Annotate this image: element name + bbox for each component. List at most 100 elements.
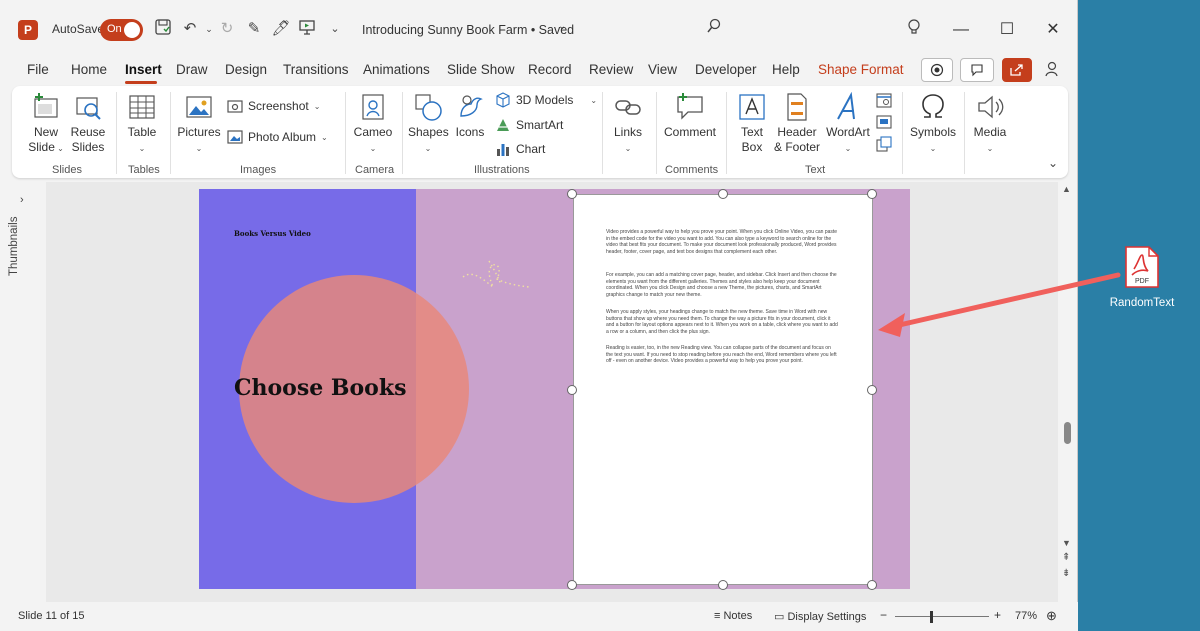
- tab-record[interactable]: Record: [528, 62, 572, 77]
- new-slide-button[interactable]: New Slide ⌄: [26, 92, 66, 156]
- fit-to-window-icon[interactable]: ⊕: [1046, 608, 1057, 624]
- tab-shape-format[interactable]: Shape Format: [818, 62, 904, 77]
- previous-slide-icon[interactable]: ⇞: [1062, 552, 1070, 563]
- slide-title[interactable]: Choose Books: [234, 375, 406, 401]
- resize-handle-bottom[interactable]: [718, 580, 728, 590]
- undo-icon[interactable]: ↶: [180, 18, 200, 40]
- 3d-models-button[interactable]: 3D Models ⌄: [495, 92, 597, 108]
- next-slide-icon[interactable]: ⇟: [1062, 568, 1070, 579]
- maximize-icon[interactable]: ☐: [992, 18, 1022, 42]
- chevron-down-icon: ⌄: [986, 144, 994, 153]
- tab-insert[interactable]: Insert: [125, 62, 162, 77]
- group-label-illustrations: Illustrations: [474, 164, 530, 176]
- close-icon[interactable]: ✕: [1038, 18, 1068, 42]
- highlighter-icon[interactable]: 🖊︎: [271, 18, 291, 40]
- document-title[interactable]: Introducing Sunny Book Farm • Saved: [362, 23, 574, 37]
- resize-handle-top-left[interactable]: [567, 189, 577, 199]
- zoom-slider-handle[interactable]: [930, 611, 933, 623]
- present-icon[interactable]: [297, 18, 317, 40]
- resize-handle-bottom-right[interactable]: [867, 580, 877, 590]
- redo-icon[interactable]: ↻: [217, 18, 237, 40]
- lightbulb-icon[interactable]: [904, 18, 924, 40]
- tab-slide-show[interactable]: Slide Show: [447, 62, 515, 77]
- save-icon[interactable]: [153, 18, 173, 40]
- zoom-level[interactable]: 77%: [1015, 610, 1037, 622]
- chevron-right-icon[interactable]: ›: [20, 194, 24, 206]
- resize-handle-right[interactable]: [867, 385, 877, 395]
- text-box-button[interactable]: Text Box: [732, 92, 772, 155]
- resize-handle-left[interactable]: [567, 385, 577, 395]
- tab-developer[interactable]: Developer: [695, 62, 757, 77]
- share-button[interactable]: [1002, 58, 1032, 82]
- tab-home[interactable]: Home: [71, 62, 107, 77]
- body-paragraph: Reading is easier, too, in the new Readi…: [606, 345, 837, 365]
- shapes-button[interactable]: Shapes ⌄: [408, 92, 449, 156]
- coauthor-icon[interactable]: [1044, 60, 1062, 81]
- comments-button[interactable]: [960, 58, 994, 82]
- resize-handle-top[interactable]: [718, 189, 728, 199]
- smartart-button[interactable]: SmartArt: [495, 117, 563, 133]
- reuse-slides-button[interactable]: Reuse Slides: [68, 92, 108, 155]
- autosave-toggle[interactable]: On: [100, 19, 143, 41]
- cameo-button[interactable]: Cameo ⌄: [352, 92, 394, 156]
- zoom-out-button[interactable]: −: [880, 608, 887, 622]
- scroll-up-icon[interactable]: ▲: [1062, 184, 1071, 194]
- desktop-pdf-file[interactable]: PDF RandomText: [1100, 245, 1184, 309]
- date-time-button[interactable]: [876, 92, 892, 108]
- table-button[interactable]: Table ⌄: [124, 92, 160, 156]
- search-icon[interactable]: [704, 18, 724, 40]
- reuse-label: Reuse: [70, 125, 106, 139]
- pdf-object-textbox[interactable]: Video provides a powerful way to help yo…: [573, 194, 873, 585]
- pen-icon[interactable]: ✎: [244, 18, 264, 40]
- symbols-button[interactable]: Symbols ⌄: [908, 92, 958, 156]
- header-footer-button[interactable]: Header & Footer: [772, 92, 822, 155]
- zoom-in-button[interactable]: +: [994, 608, 1001, 622]
- scroll-down-icon[interactable]: ▼: [1062, 538, 1071, 548]
- resize-handle-top-right[interactable]: [867, 189, 877, 199]
- pictures-button[interactable]: Pictures ⌄: [176, 92, 222, 156]
- group-divider: [964, 92, 965, 174]
- vertical-scrollbar[interactable]: ▲ ▼ ⇞ ⇟: [1058, 182, 1078, 602]
- media-button[interactable]: Media ⌄: [968, 92, 1012, 156]
- tab-review[interactable]: Review: [589, 62, 633, 77]
- zoom-slider[interactable]: [895, 616, 989, 617]
- resize-handle-bottom-left[interactable]: [567, 580, 577, 590]
- icons-button[interactable]: Icons: [452, 92, 488, 140]
- tab-draw[interactable]: Draw: [176, 62, 208, 77]
- thumbnails-label[interactable]: Thumbnails: [8, 217, 20, 276]
- screenshot-icon: [227, 100, 243, 113]
- thumbnail-pane-collapsed[interactable]: [0, 182, 46, 602]
- powerpoint-logo-icon: P: [18, 20, 38, 40]
- display-settings-button[interactable]: ▭ Display Settings: [774, 610, 866, 623]
- tab-file[interactable]: File: [27, 62, 49, 77]
- photo-album-button[interactable]: Photo Album ⌄: [227, 129, 328, 145]
- slide-canvas[interactable]: Books Versus Video Choose Books Video pr…: [199, 189, 910, 589]
- title-dropdown-icon[interactable]: ⌄: [558, 21, 566, 32]
- wordart-icon: [837, 92, 855, 120]
- chevron-down-icon: ⌄: [369, 144, 377, 153]
- slide-number-button[interactable]: [876, 114, 892, 130]
- comment-button[interactable]: Comment: [662, 92, 718, 140]
- links-button[interactable]: Links ⌄: [608, 92, 648, 156]
- wordart-button[interactable]: WordArt ⌄: [824, 92, 872, 156]
- autosave-label: AutoSave: [52, 22, 105, 36]
- tab-animations[interactable]: Animations: [363, 62, 430, 77]
- minimize-icon[interactable]: —: [946, 18, 976, 42]
- undo-dropdown-icon[interactable]: ⌄: [199, 18, 219, 40]
- slide-subtitle[interactable]: Books Versus Video: [234, 229, 311, 238]
- symbols-label: Symbols: [909, 125, 956, 139]
- tab-transitions[interactable]: Transitions: [283, 62, 349, 77]
- tab-help[interactable]: Help: [772, 62, 800, 77]
- chart-button[interactable]: Chart: [495, 141, 545, 157]
- group-divider: [902, 92, 903, 174]
- object-button[interactable]: [876, 136, 892, 152]
- scrollbar-thumb[interactable]: [1064, 422, 1071, 444]
- tab-design[interactable]: Design: [225, 62, 267, 77]
- comment-label: Comment: [663, 125, 716, 139]
- record-button[interactable]: [921, 58, 953, 82]
- customize-qat-icon[interactable]: ⌄: [325, 18, 345, 40]
- collapse-ribbon-button[interactable]: ⌄: [1048, 156, 1058, 170]
- notes-button[interactable]: ≡ Notes: [714, 610, 752, 622]
- screenshot-button[interactable]: Screenshot ⌄: [227, 98, 320, 114]
- tab-view[interactable]: View: [648, 62, 677, 77]
